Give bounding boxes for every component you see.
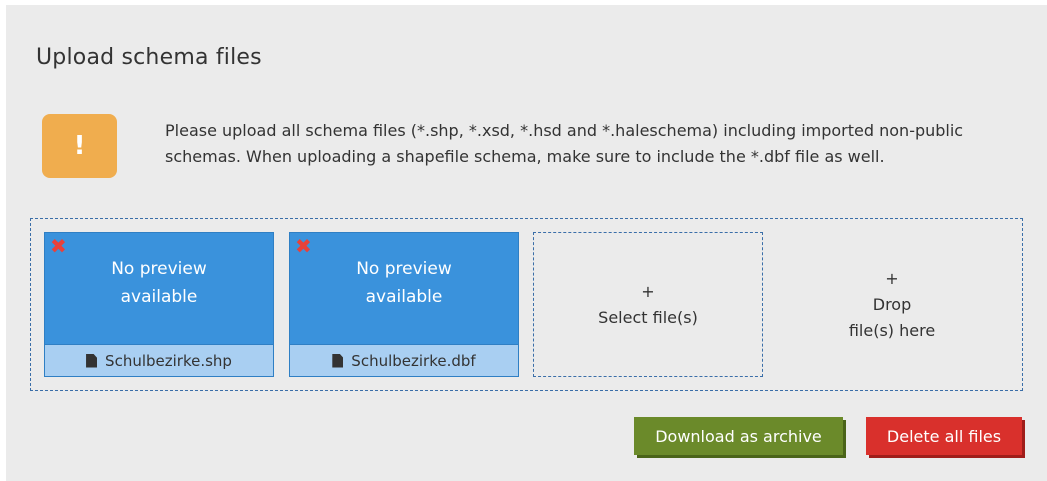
remove-file-icon[interactable]: ✖ bbox=[295, 236, 312, 256]
select-files-label: Select file(s) bbox=[598, 307, 698, 327]
no-preview-line2: available bbox=[120, 287, 198, 307]
exclamation-glyph: ! bbox=[73, 131, 86, 161]
file-name-bar: Schulbezirke.shp bbox=[45, 344, 273, 376]
no-preview-label: No preview available bbox=[290, 255, 518, 311]
file-name: Schulbezirke.dbf bbox=[351, 351, 476, 370]
remove-file-icon[interactable]: ✖ bbox=[50, 236, 67, 256]
no-preview-line2: available bbox=[365, 287, 443, 307]
file-tile: ✖ No preview available Schulbezirke.dbf bbox=[289, 232, 519, 377]
drop-files-hint: + Drop file(s) here bbox=[777, 232, 1007, 377]
file-icon bbox=[332, 353, 344, 368]
select-files-button[interactable]: + Select file(s) bbox=[533, 232, 763, 377]
no-preview-line1: No preview bbox=[356, 259, 452, 279]
page-title: Upload schema files bbox=[36, 45, 262, 70]
plus-icon: + bbox=[885, 268, 899, 288]
exclamation-icon: ! bbox=[42, 114, 117, 178]
drop-hint-line2: file(s) here bbox=[848, 320, 936, 340]
file-name-bar: Schulbezirke.dbf bbox=[290, 344, 518, 376]
drop-hint-line1: Drop bbox=[872, 294, 912, 314]
file-name: Schulbezirke.shp bbox=[105, 351, 232, 370]
delete-all-files-button[interactable]: Delete all files bbox=[866, 417, 1022, 455]
file-tile: ✖ No preview available Schulbezirke.shp bbox=[44, 232, 274, 377]
upload-notice-text: Please upload all schema files (*.shp, *… bbox=[165, 121, 964, 166]
download-archive-button[interactable]: Download as archive bbox=[634, 417, 843, 455]
plus-icon: + bbox=[641, 281, 655, 301]
file-icon bbox=[86, 353, 98, 368]
no-preview-label: No preview available bbox=[45, 255, 273, 311]
no-preview-line1: No preview bbox=[111, 259, 207, 279]
